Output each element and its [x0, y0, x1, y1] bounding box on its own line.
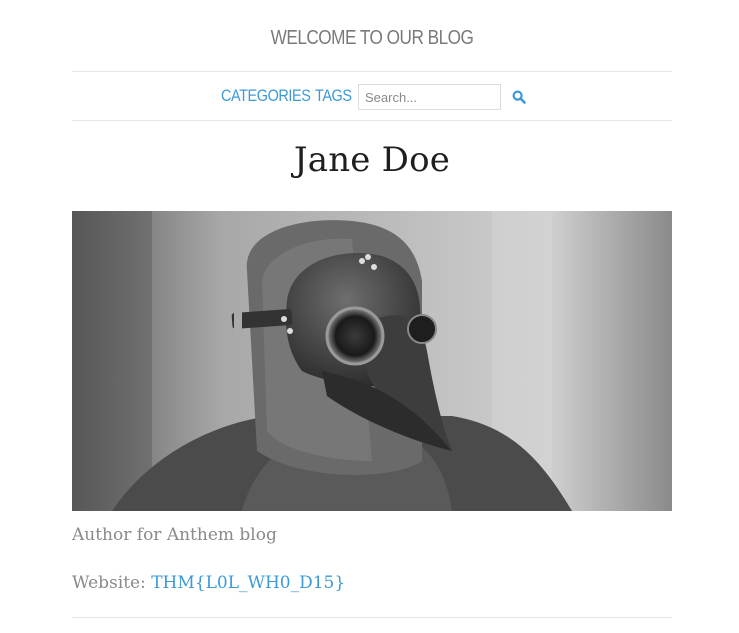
search-icon[interactable]: [512, 90, 526, 104]
nav-divider: [72, 120, 672, 121]
author-name: Jane Doe: [293, 140, 451, 180]
website-link[interactable]: THM{L0L_WH0_D15}: [151, 573, 345, 593]
nav-link-categories[interactable]: CATEGORIES: [221, 86, 311, 106]
author-website: Website: THM{L0L_WH0_D15}: [72, 573, 345, 593]
header-divider: [72, 71, 672, 72]
footer-divider: [72, 617, 672, 618]
author-photo: [72, 211, 672, 511]
nav-link-tags[interactable]: TAGS: [315, 86, 352, 106]
search-input[interactable]: [358, 84, 501, 110]
website-label: Website:: [72, 573, 146, 593]
site-title[interactable]: WELCOME TO OUR BLOG: [114, 27, 630, 50]
main-nav: CATEGORIES TAGS: [72, 84, 672, 110]
author-bio: Author for Anthem blog: [72, 525, 277, 545]
